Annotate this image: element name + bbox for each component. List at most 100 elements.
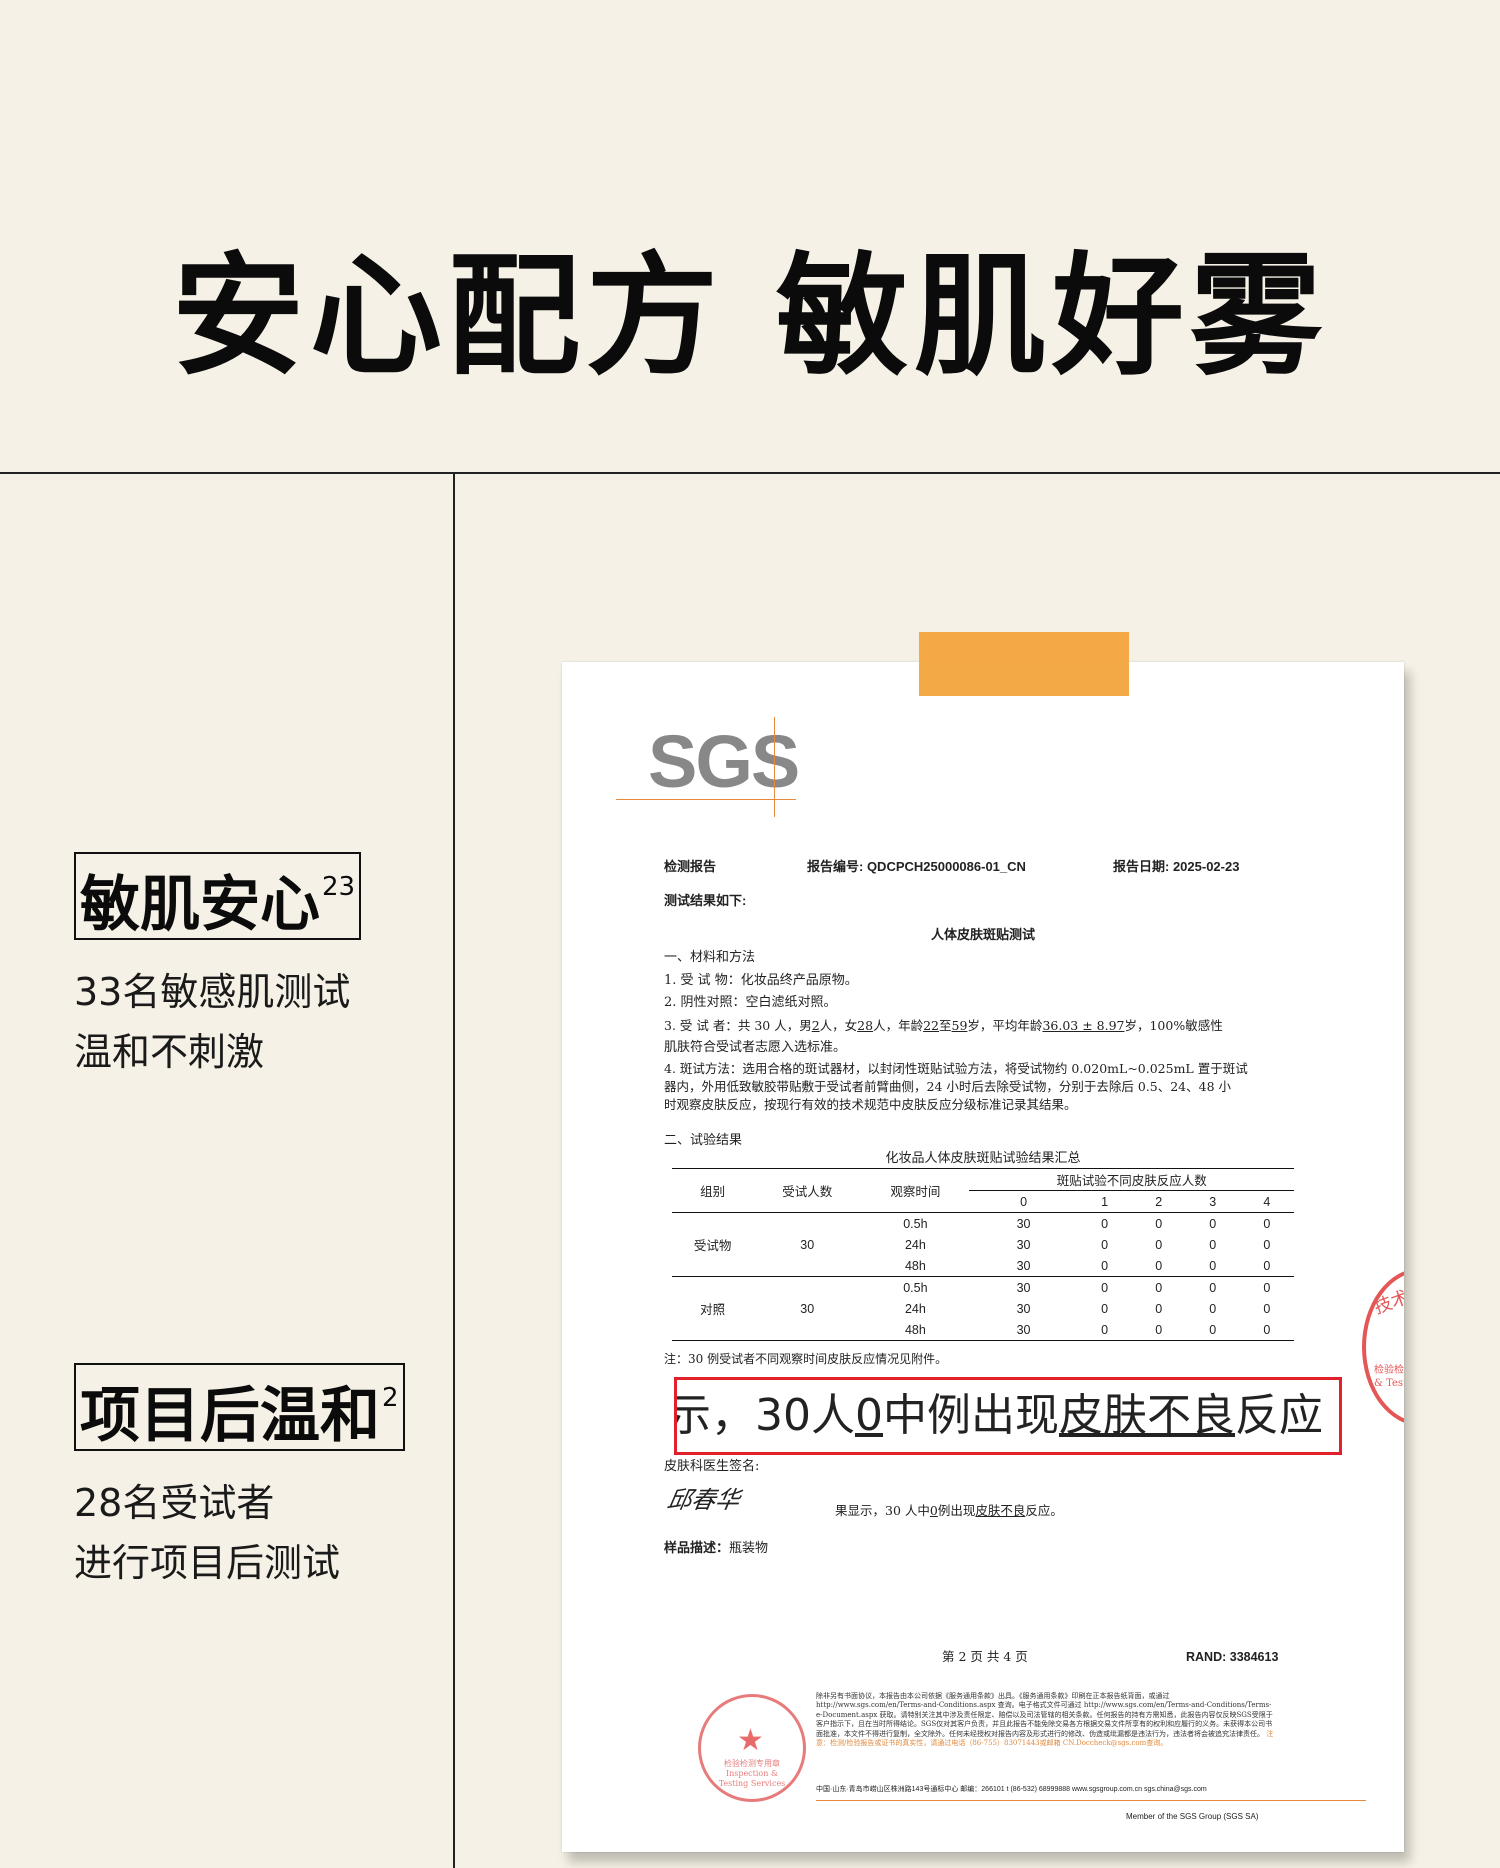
value-cell: 0 <box>1263 1280 1271 1295</box>
fineprint-text: 除非另有书面协议，本报告由本公司依据《服务通用条款》出具。《服务通用条款》印刷在… <box>816 1692 1273 1738</box>
column-header: 斑贴试验不同皮肤反应人数 <box>969 1168 1294 1191</box>
value-cell: 0 <box>1101 1237 1109 1252</box>
official-stamp: ★ 检验检测专用章 Inspection & Testing Services <box>698 1694 806 1802</box>
feature-line: 28名受试者 <box>74 1481 275 1525</box>
text: 示，30人 <box>674 1390 855 1441</box>
method-item: 4. 斑试方法：选用合格的斑试器材，以封闭性斑贴试验方法，将受试物约 0.020… <box>664 1061 1248 1076</box>
time-cell: 24h <box>904 1301 926 1316</box>
age-average: 36.03 ± 8.97 <box>1042 1018 1125 1033</box>
value-cell: 0 <box>1155 1280 1163 1295</box>
feature-line: 进行项目后测试 <box>74 1541 341 1585</box>
value-cell: 0 <box>1101 1280 1109 1295</box>
group-name: 对照 <box>672 1276 754 1341</box>
rand-number: RAND: 3384613 <box>1186 1650 1279 1664</box>
star-icon: ★ <box>1402 1318 1404 1362</box>
table-caption: 化妆品人体皮肤斑贴试验结果汇总 <box>885 1151 1081 1166</box>
highlight-text: 示，30人0中例出现皮肤不良反应 <box>674 1386 1323 1446</box>
feature-title-text: 项目后温和 <box>80 1381 380 1451</box>
male-count: 2 <box>811 1018 820 1033</box>
value-cell: 0 <box>1155 1216 1163 1231</box>
text: 人，女 <box>819 1018 858 1033</box>
value-cell: 0 <box>1239 1255 1294 1277</box>
value-cell: 0 <box>1185 1255 1240 1277</box>
text: 例出现 <box>937 1503 976 1518</box>
value-cell: 0 <box>1101 1301 1109 1316</box>
time-cell: 48h <box>861 1319 970 1341</box>
value-cell: 0 <box>1239 1319 1294 1341</box>
text: 岁，平均年龄 <box>967 1018 1043 1033</box>
value-cell: 0 <box>1209 1237 1217 1252</box>
time-cell: 0.5h <box>903 1280 928 1295</box>
value-cell: 30 <box>1016 1216 1031 1231</box>
value-cell: 30 <box>969 1255 1078 1277</box>
method-item: 时观察皮肤反应，按现行有效的技术规范中皮肤反应分级标准记录其结果。 <box>664 1097 1077 1112</box>
feature-footnote: 23 <box>322 872 356 902</box>
grade-header: 0 <box>969 1190 1078 1213</box>
method-item: 2. 阴性对照：空白滤纸对照。 <box>664 995 837 1010</box>
value-cell: 0 <box>1155 1301 1163 1316</box>
group-count: 30 <box>753 1212 862 1277</box>
stamp-text: 技术服务 <box>1371 1274 1404 1319</box>
feature-title: 项目后温和2 <box>74 1363 405 1451</box>
value-cell: 0 <box>1209 1301 1217 1316</box>
text: 3. 受 试 者：共 30 人，男 <box>664 1018 812 1033</box>
results-intro: 测试结果如下: <box>664 893 747 908</box>
terms-fineprint: 除非另有书面协议，本报告由本公司依据《服务通用条款》出具。《服务通用条款》印刷在… <box>816 1692 1276 1748</box>
grade-header: 1 <box>1077 1190 1132 1213</box>
text: 反应。 <box>1025 1503 1063 1518</box>
stamp-text: 检验检测专用章 Inspection & Testing Services <box>718 1759 786 1788</box>
feature-title: 敏肌安心23 <box>74 852 362 940</box>
grade-header: 4 <box>1239 1190 1294 1213</box>
stamp-text: 检验检测 Inspection & Testing <box>1374 1365 1404 1389</box>
sgs-logo-text: SGS <box>648 720 800 803</box>
hero-title: 安心配方 敏肌好雾 <box>172 240 1328 394</box>
value-cell: 0 <box>1155 1237 1163 1252</box>
section-heading: 二、试验结果 <box>664 1133 743 1148</box>
table-row: 对照 30 0.5h 30 0 0 0 0 <box>672 1276 1294 1341</box>
text: 岁，100%敏感性 <box>1124 1018 1223 1033</box>
value-cell: 0 <box>1209 1280 1217 1295</box>
time-cell: 0.5h <box>903 1216 928 1231</box>
value-cell: 0 <box>1263 1237 1271 1252</box>
method-item-subjects-line2: 肌肤符合受试者志愿入选标准。 <box>664 1040 847 1055</box>
value-cell: 0 <box>1077 1319 1132 1341</box>
hero-section: 安心配方 敏肌好雾 <box>0 0 1500 474</box>
column-header: 观察时间 <box>861 1168 970 1213</box>
report-number: 报告编号: QDCPCH25000086-01_CN <box>807 859 1026 874</box>
grade-header: 3 <box>1185 1190 1240 1213</box>
address-footer: 中国·山东·青岛市崂山区株洲路143号通标中心 邮编：266101 t (86-… <box>816 1786 1207 1793</box>
value-cell: 30 <box>1016 1280 1031 1295</box>
sample-value: 瓶装物 <box>729 1541 769 1556</box>
value-cell: 30 <box>1016 1237 1031 1252</box>
value-cell: 0 <box>1077 1255 1132 1277</box>
time-cell: 48h <box>861 1255 970 1277</box>
adverse-count: 0 <box>929 1503 938 1518</box>
female-count: 28 <box>857 1018 874 1033</box>
doctor-signature-label: 皮肤科医生签名: <box>664 1459 760 1474</box>
method-item: 器内，外用低致敏胶带贴敷于受试者前臂曲侧，24 小时后去除受试物，分别于去除后 … <box>664 1079 1232 1094</box>
column-header: 组别 <box>672 1168 754 1213</box>
age-max: 59 <box>951 1018 968 1033</box>
value-cell: 0 <box>1263 1216 1271 1231</box>
feature-sensitive-skin: 敏肌安心23 33名敏感肌测试 温和不刺激 <box>74 852 362 1082</box>
doctor-signature: 邱春华 <box>665 1486 743 1514</box>
logo-rule <box>616 799 796 800</box>
feature-line: 温和不刺激 <box>74 1030 265 1074</box>
text: 皮肤不良 <box>975 1503 1026 1518</box>
age-min: 22 <box>923 1018 939 1033</box>
test-title: 人体皮肤斑贴测试 <box>930 927 1035 942</box>
footer-rule <box>816 1800 1366 1801</box>
time-cell: 24h <box>904 1237 926 1252</box>
feature-line: 33名敏感肌测试 <box>74 970 351 1014</box>
results-table: 组别 受试人数 观察时间 斑贴试验不同皮肤反应人数 0 1 2 3 4 受试物 … <box>672 1168 1294 1341</box>
tape-strip <box>919 632 1129 696</box>
feature-title-text: 敏肌安心 <box>80 870 320 940</box>
method-item-subjects: 3. 受 试 者：共 30 人，男2人，女28人，年龄22至59岁，平均年龄36… <box>664 1017 1223 1035</box>
group-count: 30 <box>753 1276 862 1341</box>
value-cell: 0 <box>1131 1319 1186 1341</box>
text: 皮肤不良 <box>1059 1390 1235 1441</box>
stamp-seal: 技术服务 ★ 检验检测 Inspection & Testing <box>1362 1268 1404 1426</box>
table-note: 注：30 例受试者不同观察时间皮肤反应情况见附件。 <box>664 1352 948 1366</box>
highlight-callout: 示，30人0中例出现皮肤不良反应 <box>674 1377 1342 1455</box>
group-name: 受试物 <box>672 1212 754 1277</box>
